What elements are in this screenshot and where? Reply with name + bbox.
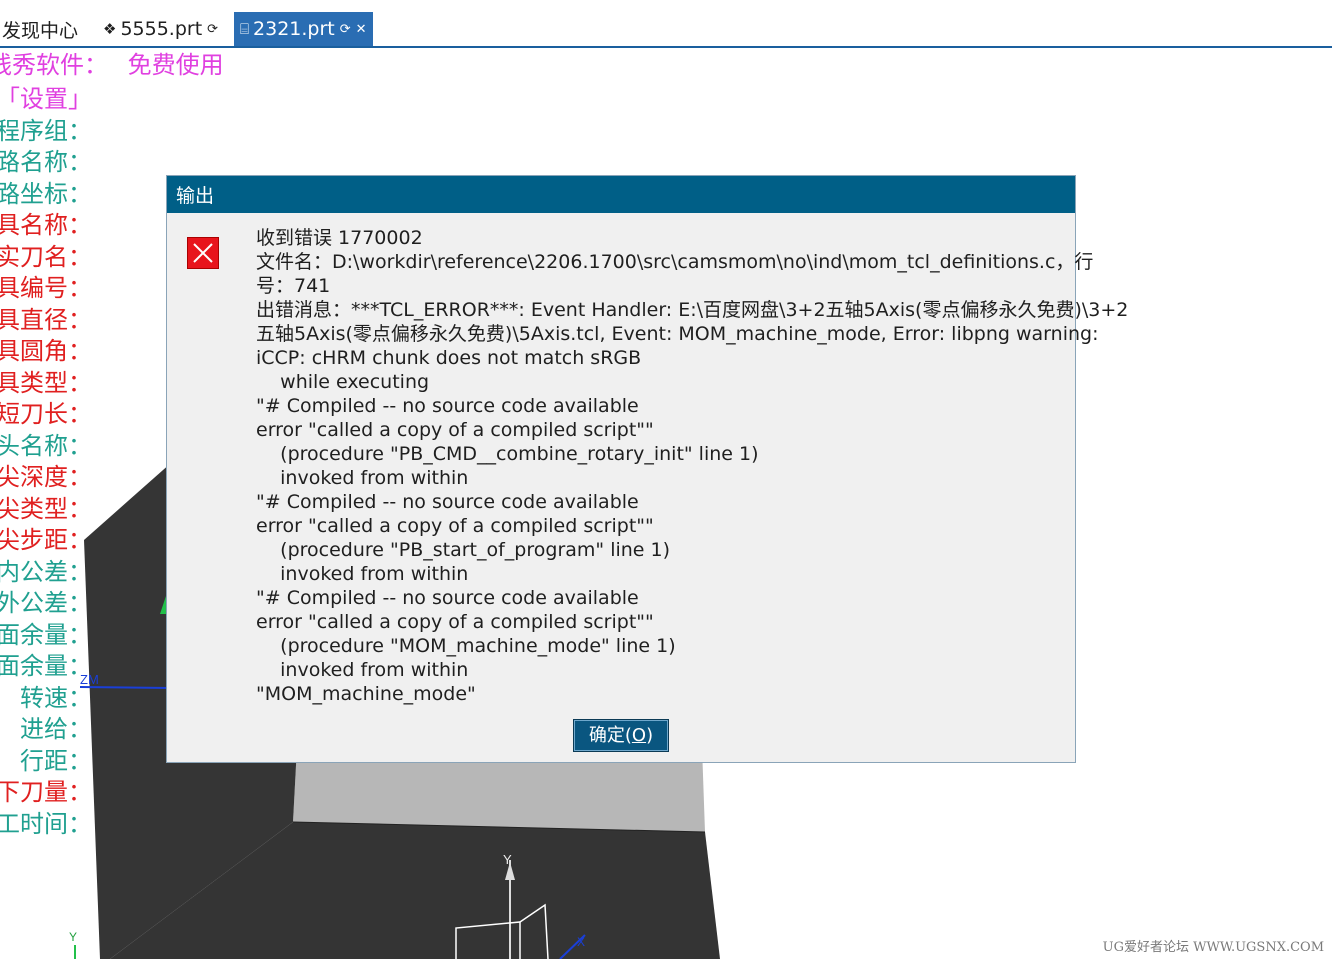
info-label: 加工时间： <box>0 809 92 838</box>
message-line: (procedure "PB_CMD__combine_rotary_init"… <box>256 443 759 465</box>
info-label: 刀具类型： <box>0 368 92 397</box>
info-label: 刀具编号： <box>0 274 92 302</box>
message-line: (procedure "MOM_machine_mode" line 1) <box>256 635 676 657</box>
forum-watermark: UG爱好者论坛 WWW.UGSNX.COM <box>1102 940 1324 955</box>
message-line: invoked from within <box>256 659 469 681</box>
message-line: 收到错误 1770002 <box>256 227 423 249</box>
message-line: "# Compiled -- no source code available <box>256 491 639 513</box>
ok-label-end: ) <box>646 725 654 746</box>
error-message: 收到错误 1770002 文件名：D:\workdir\reference\220… <box>256 226 1129 706</box>
info-label: 行距： <box>20 746 92 775</box>
tab-label: 2321.prt <box>253 18 335 40</box>
info-label: 最短刀长： <box>0 400 92 428</box>
info-label: 转速： <box>20 683 92 712</box>
info-label: 进给： <box>20 715 92 743</box>
info-label: 刀路名称： <box>0 148 92 176</box>
info-label: 侧面余量： <box>0 620 92 649</box>
info-label: 刀尖步距： <box>0 526 92 554</box>
info-label: 程序组： <box>0 116 92 145</box>
message-line: (procedure "PB_start_of_program" line 1) <box>256 539 671 561</box>
info-label: 刀头名称： <box>0 431 92 460</box>
info-label: 底面余量： <box>0 652 92 680</box>
info-value: 免费使用 <box>127 51 224 79</box>
message-line: 文件名：D:\workdir\reference\2206.1700\src\c… <box>256 251 1094 273</box>
info-label: 下刀量： <box>0 778 92 806</box>
message-line: "# Compiled -- no source code available <box>256 395 639 417</box>
info-label: 刀具名称： <box>0 211 92 239</box>
y-axis-label: Y <box>503 852 512 867</box>
error-icon <box>187 237 219 269</box>
output-dialog: 输出 收到错误 1770002 文件名：D:\workdir\reference\… <box>166 175 1129 763</box>
message-line: 出错消息：***TCL_ERROR***: Event Handler: E:\… <box>256 299 1129 321</box>
message-line: error "called a copy of a compiled scrip… <box>256 611 654 633</box>
info-label: 刀具直径： <box>0 305 92 334</box>
message-line: 号：741 <box>256 275 331 297</box>
ok-button[interactable]: 确定(O) <box>573 719 669 752</box>
info-label: 外公差： <box>0 589 92 617</box>
message-line: invoked from within <box>256 563 469 585</box>
x-axis-label: X <box>577 935 585 949</box>
info-label: 刀尖深度： <box>0 463 92 491</box>
message-line: error "called a copy of a compiled scrip… <box>256 515 654 537</box>
modified-icon: ⟳ <box>339 21 351 37</box>
ok-label: 确定( <box>588 725 632 746</box>
ok-mnemonic: O <box>631 725 647 746</box>
message-line: iCCP: cHRM chunk does not match sRGB <box>256 347 642 369</box>
info-label: 内公差： <box>0 557 92 586</box>
info-label: 线秀软件： <box>0 51 108 79</box>
close-icon[interactable]: ✕ <box>356 22 367 37</box>
message-line: error "called a copy of a compiled scrip… <box>256 419 654 441</box>
info-label: 刀具圆角： <box>0 337 92 365</box>
info-label: 真实刀名： <box>0 242 92 271</box>
dialog-title: 输出 <box>167 176 1075 213</box>
info-label: 「设置」 <box>0 85 92 113</box>
message-line: "# Compiled -- no source code available <box>256 587 639 609</box>
info-label: 刀尖类型： <box>0 494 92 523</box>
message-line: 五轴5Axis(零点偏移永久免费)\5Axis.tcl, Event: MOM_… <box>256 323 1099 345</box>
info-label: 刀路坐标： <box>0 179 92 208</box>
message-line: while executing <box>256 371 430 393</box>
message-line: invoked from within <box>256 467 469 489</box>
message-line: "MOM_machine_mode" <box>256 683 476 705</box>
